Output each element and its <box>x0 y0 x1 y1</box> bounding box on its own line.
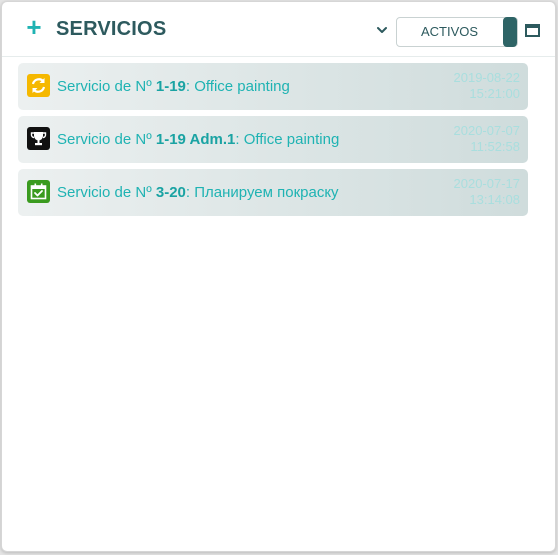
panel-title: SERVICIOS <box>56 18 167 40</box>
item-time: 13:14:08 <box>469 192 520 207</box>
item-subject: Планируем покраску <box>194 184 339 201</box>
chevron-down-icon[interactable] <box>375 23 389 37</box>
item-date: 2020-07-07 <box>453 123 521 138</box>
toggle-knob <box>503 17 517 47</box>
item-timestamp: 2019-08-22 15:21:00 <box>454 70 521 102</box>
window-maximize-icon[interactable] <box>525 24 540 37</box>
item-number: 1-19 <box>155 78 186 95</box>
item-subject: Office painting <box>194 78 290 95</box>
active-filter-toggle[interactable]: ACTIVOS <box>396 17 518 47</box>
trophy-icon <box>27 127 50 150</box>
list-item[interactable]: Servicio de Nº 1-19: Office painting 201… <box>18 63 528 110</box>
list-item[interactable]: Servicio de Nº 3-20: Планируем покраску … <box>18 169 528 216</box>
panel-header: + SERVICIOS ACTIVOS <box>2 2 555 57</box>
item-date: 2019-08-22 <box>453 70 521 85</box>
item-time: 11:52:58 <box>470 139 520 154</box>
item-subject: Office painting <box>243 131 340 148</box>
item-timestamp: 2020-07-17 13:14:08 <box>454 176 521 208</box>
item-title: Servicio de Nº 1-19: Office painting <box>57 78 290 95</box>
service-list: Servicio de Nº 1-19: Office painting 201… <box>18 63 528 222</box>
item-number: 3-20 <box>155 184 186 201</box>
item-number: 1-19 Adm.1 <box>155 131 236 148</box>
list-item[interactable]: Servicio de Nº 1-19 Adm.1: Office painti… <box>18 116 528 163</box>
calendar-check-icon <box>27 180 50 203</box>
refresh-icon <box>27 74 50 97</box>
item-title: Servicio de Nº 3-20: Планируем покраску <box>57 184 339 201</box>
item-date: 2020-07-17 <box>453 176 521 191</box>
add-service-button[interactable]: + <box>24 14 44 40</box>
item-time: 15:21:00 <box>469 86 520 101</box>
item-title: Servicio de Nº 1-19 Adm.1: Office painti… <box>57 131 340 148</box>
services-panel: + SERVICIOS ACTIVOS Servicio de Nº 1-19:… <box>1 1 556 552</box>
active-filter-label: ACTIVOS <box>420 24 479 39</box>
item-timestamp: 2020-07-07 11:52:58 <box>454 123 521 155</box>
